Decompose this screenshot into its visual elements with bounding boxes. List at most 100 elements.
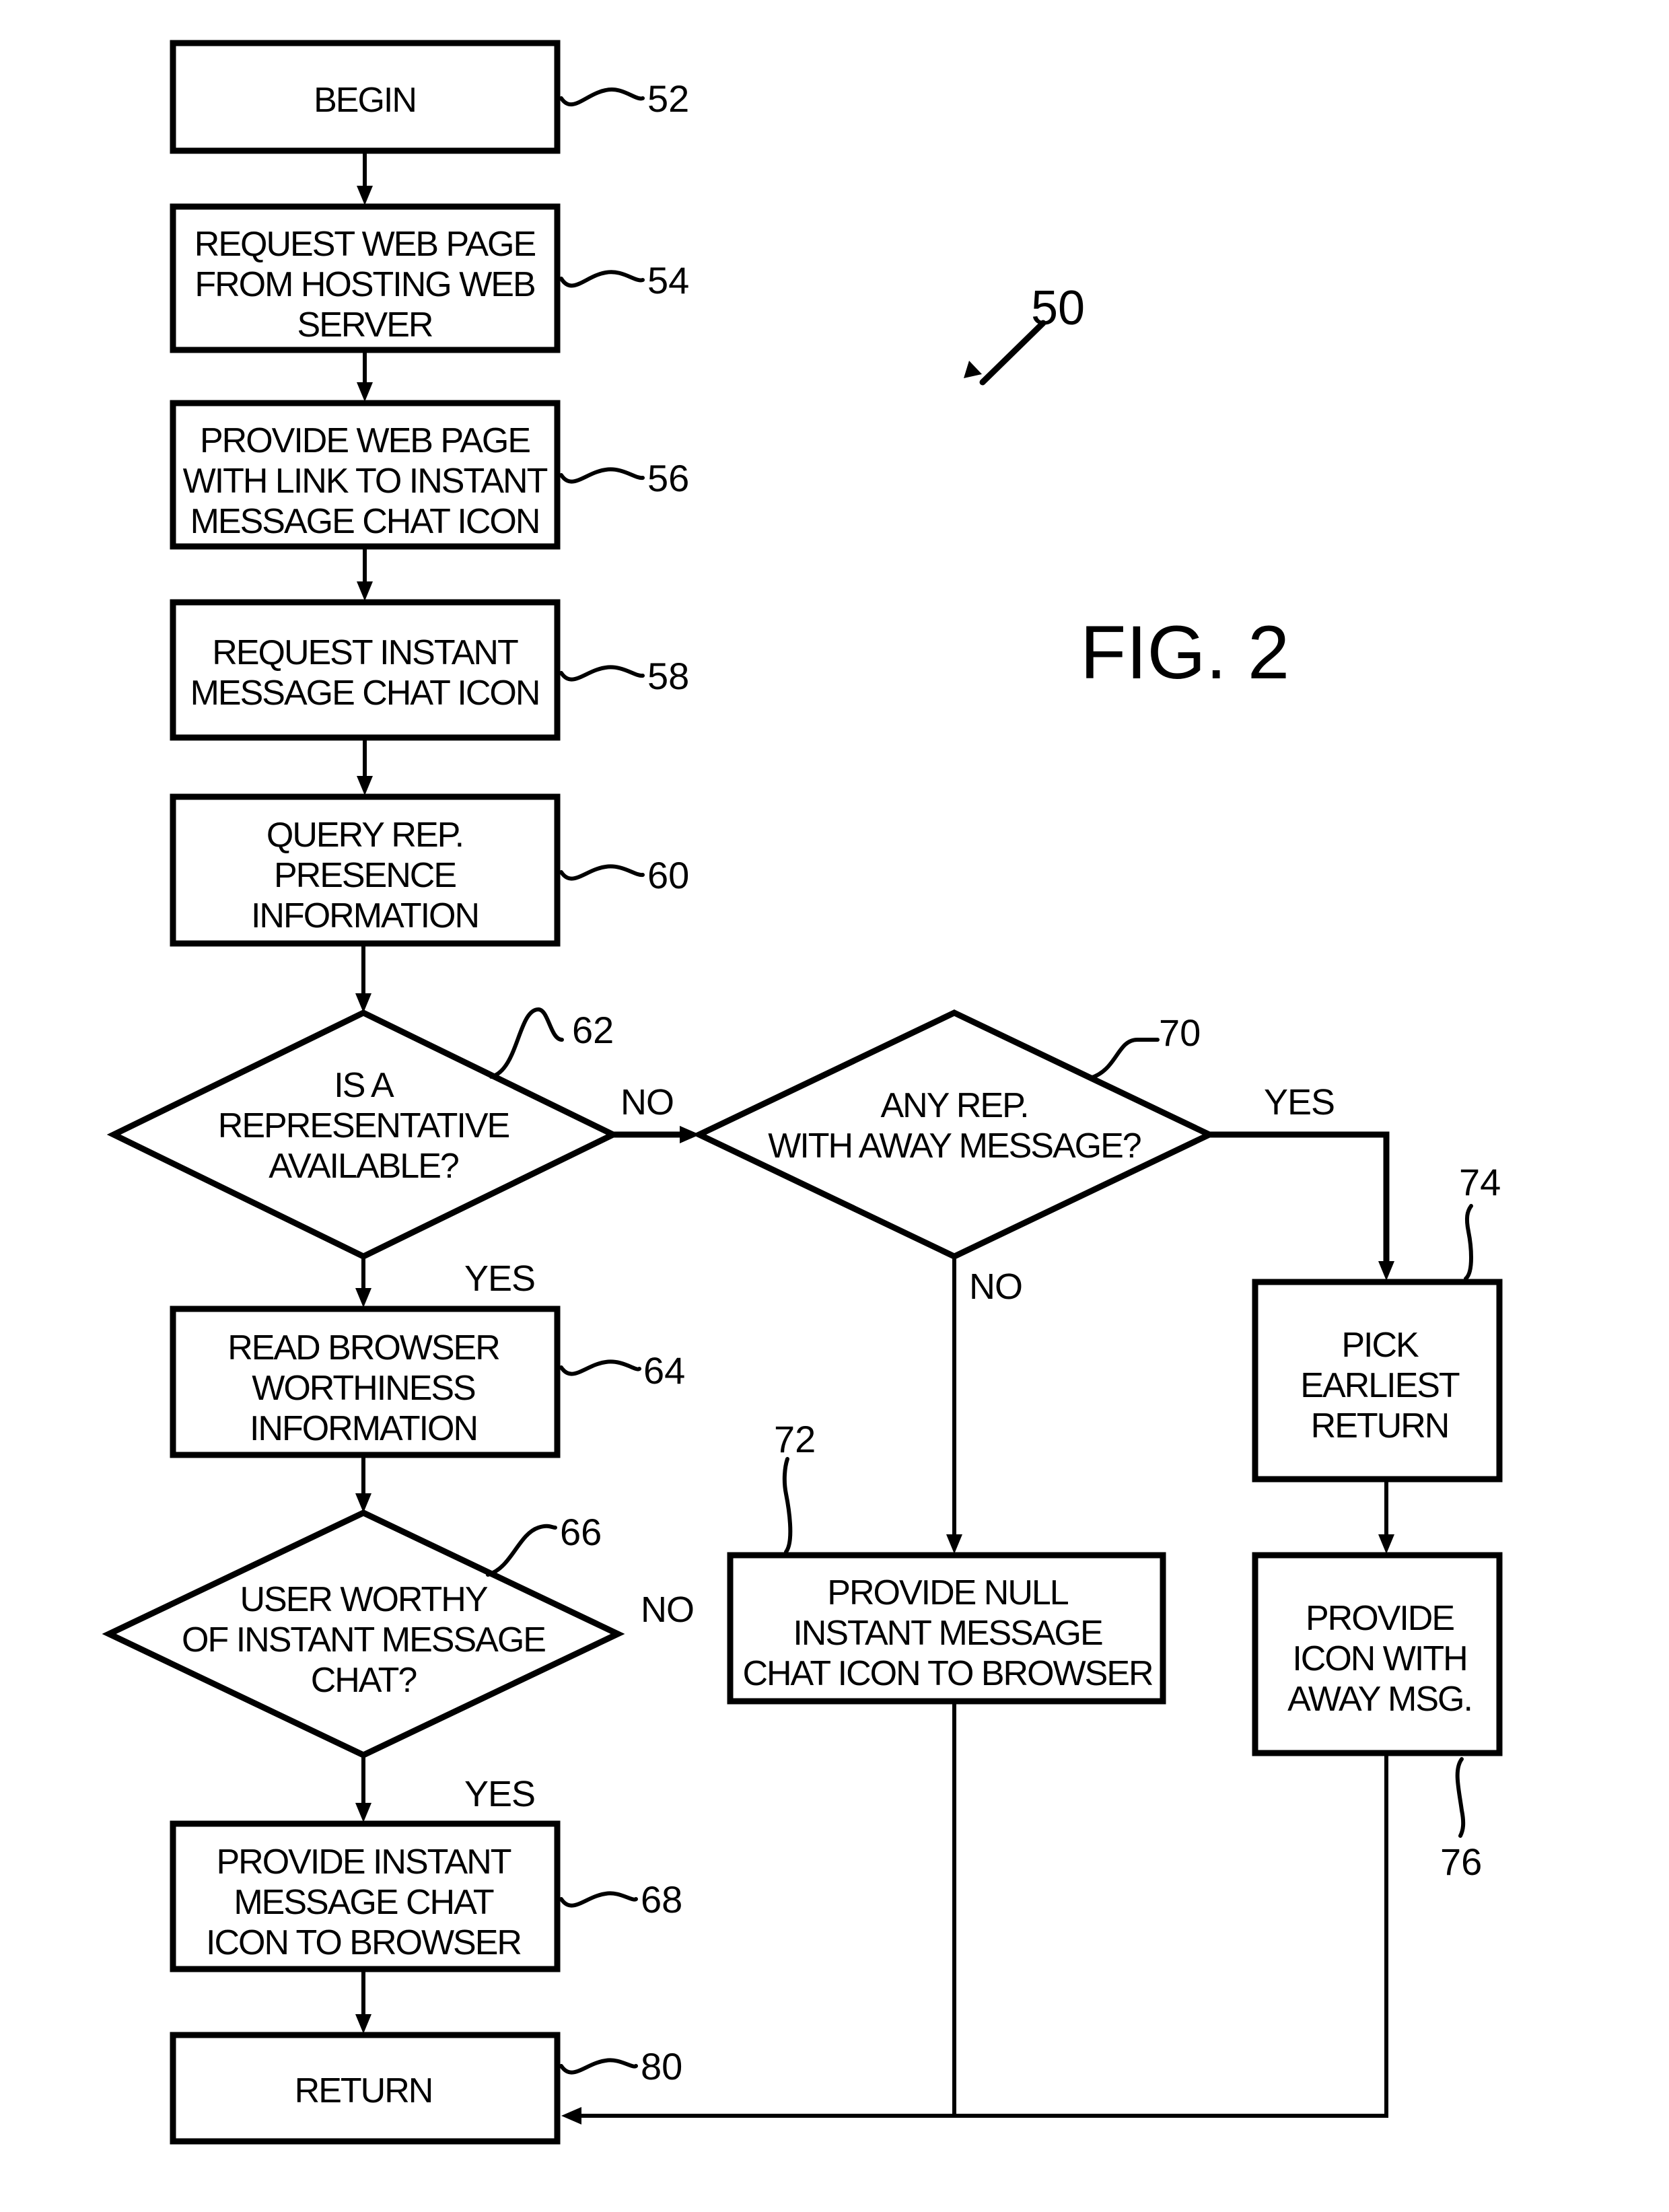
node-label: SERVER — [297, 306, 433, 345]
edge-label-no: NO — [620, 1082, 674, 1122]
node-read-worthiness: READ BROWSER WORTHINESS INFORMATION 64 — [170, 1306, 685, 1458]
leader-line — [489, 1007, 564, 1079]
arrowhead — [357, 581, 373, 601]
node-label: PROVIDE — [1306, 1599, 1454, 1638]
ref-numeral: 70 — [1159, 1011, 1201, 1054]
arrowhead — [355, 1288, 371, 1308]
ref-numeral: 64 — [643, 1349, 685, 1392]
leader-line — [559, 2058, 638, 2075]
ref-numeral: 68 — [641, 1878, 682, 1921]
node-label: WITH AWAY MESSAGE? — [768, 1127, 1141, 1166]
decision-rep-available: IS A REPRESENTATIVE AVAILABLE? 62 — [106, 1007, 620, 1260]
node-label: WITH LINK TO INSTANT — [183, 462, 548, 501]
figure-ref-arrow — [979, 320, 1046, 386]
node-query-presence: QUERY REP. PRESENCE INFORMATION 60 — [170, 793, 689, 947]
node-provide-icon: PROVIDE INSTANT MESSAGE CHAT ICON TO BRO… — [170, 1820, 682, 1972]
node-label: EARLIEST — [1300, 1366, 1460, 1405]
ref-numeral: 66 — [560, 1511, 602, 1553]
edge-label-no: NO — [969, 1266, 1022, 1307]
node-label: PICK — [1341, 1326, 1419, 1365]
node-label: AWAY MSG. — [1287, 1680, 1472, 1719]
figure-title: FIG. 2 — [1080, 610, 1289, 694]
node-begin: BEGIN 52 — [170, 40, 689, 154]
arrowhead — [1378, 1534, 1394, 1554]
leader-line — [559, 1891, 638, 1908]
edge-label-no: NO — [641, 1590, 694, 1630]
node-label: INFORMATION — [250, 1409, 477, 1448]
node-label: FROM HOSTING WEB — [194, 265, 534, 304]
ref-numeral: 76 — [1440, 1841, 1482, 1883]
ref-numeral: 62 — [572, 1009, 614, 1051]
node-label: ICON TO BROWSER — [206, 1923, 521, 1962]
node-label: REQUEST INSTANT — [212, 633, 518, 672]
edge-label-yes: YES — [1264, 1082, 1335, 1122]
edge-label-yes: YES — [464, 1774, 535, 1814]
node-label: CHAT? — [311, 1661, 417, 1700]
edge-away-yes — [1209, 1131, 1390, 1264]
node-label: REQUEST WEB PAGE — [194, 225, 536, 264]
node-label: READ BROWSER — [227, 1328, 499, 1367]
ref-numeral: 74 — [1459, 1161, 1501, 1203]
node-label: BEGIN — [314, 81, 416, 120]
decision-away-message: ANY REP. WITH AWAY MESSAGE? 70 — [692, 1009, 1217, 1260]
edge-icon-away-to-return — [579, 1754, 1388, 2118]
leader-line — [782, 1457, 793, 1554]
arrowhead — [357, 776, 373, 795]
node-label: MESSAGE CHAT ICON — [190, 502, 540, 541]
node-label: RETURN — [1311, 1406, 1449, 1446]
node-label: CHAT ICON TO BROWSER — [742, 1654, 1153, 1693]
node-label: PROVIDE WEB PAGE — [200, 421, 530, 460]
leader-line — [559, 87, 645, 107]
node-return: RETURN 80 — [170, 2032, 682, 2145]
arrowhead — [561, 2107, 581, 2125]
node-label: MESSAGE CHAT — [234, 1883, 494, 1922]
node-icon-away: PROVIDE ICON WITH AWAY MSG. 76 — [1252, 1552, 1503, 1883]
node-label: MESSAGE CHAT ICON — [190, 674, 540, 713]
ref-numeral: 52 — [647, 77, 689, 120]
leader-line — [1088, 1038, 1160, 1080]
leader-line — [559, 1359, 641, 1376]
ref-numeral: 54 — [647, 259, 689, 301]
arrowhead — [355, 2014, 371, 2034]
arrowhead — [357, 382, 373, 402]
node-earliest-return: PICK EARLIEST RETURN 74 — [1252, 1161, 1503, 1483]
node-request-page: REQUEST WEB PAGE FROM HOSTING WEB SERVER… — [170, 203, 689, 353]
arrowhead — [355, 1803, 371, 1822]
node-label: ICON WITH — [1292, 1639, 1466, 1678]
node-label: PROVIDE NULL — [827, 1573, 1069, 1612]
node-label: IS A — [334, 1066, 394, 1105]
arrowhead — [946, 1534, 962, 1554]
node-label: USER WORTHY — [240, 1580, 487, 1619]
leader-line — [1464, 1204, 1473, 1281]
node-label: PRESENCE — [274, 856, 456, 895]
node-label: ANY REP. — [880, 1086, 1028, 1125]
node-label: REPRESENTATIVE — [218, 1106, 509, 1145]
node-request-icon: REQUEST INSTANT MESSAGE CHAT ICON 58 — [170, 599, 689, 741]
leader-line — [486, 1524, 557, 1577]
leader-line — [559, 467, 645, 484]
node-label: RETURN — [295, 2071, 433, 2110]
arrowhead — [1378, 1261, 1394, 1281]
node-label: QUERY REP. — [267, 816, 463, 855]
flowchart-canvas: BEGIN 52 REQUEST WEB PAGE FROM HOSTING W… — [0, 0, 1669, 2209]
leader-line — [559, 270, 645, 288]
leader-line — [559, 864, 645, 881]
ref-numeral: 58 — [647, 655, 689, 697]
ref-numeral: 72 — [774, 1418, 816, 1460]
node-label: INFORMATION — [251, 896, 478, 935]
node-label: PROVIDE INSTANT — [216, 1843, 511, 1882]
arrowhead — [357, 186, 373, 205]
figure-reference: 50 — [964, 281, 1085, 386]
node-null-icon: PROVIDE NULL INSTANT MESSAGE CHAT ICON T… — [727, 1418, 1166, 1705]
ref-numeral: 56 — [647, 457, 689, 499]
node-label: AVAILABLE? — [269, 1147, 458, 1186]
decision-user-worthy: USER WORTHY OF INSTANT MESSAGE CHAT? 66 — [102, 1509, 625, 1758]
edge-label-yes: YES — [464, 1258, 535, 1299]
flowchart-svg: BEGIN 52 REQUEST WEB PAGE FROM HOSTING W… — [102, 40, 1503, 2145]
ref-numeral: 80 — [641, 2045, 682, 2088]
node-label: WORTHINESS — [252, 1369, 475, 1408]
leader-line — [1455, 1757, 1466, 1838]
node-label: OF INSTANT MESSAGE — [182, 1620, 545, 1660]
arrowhead — [964, 361, 982, 378]
ref-numeral: 60 — [647, 854, 689, 896]
